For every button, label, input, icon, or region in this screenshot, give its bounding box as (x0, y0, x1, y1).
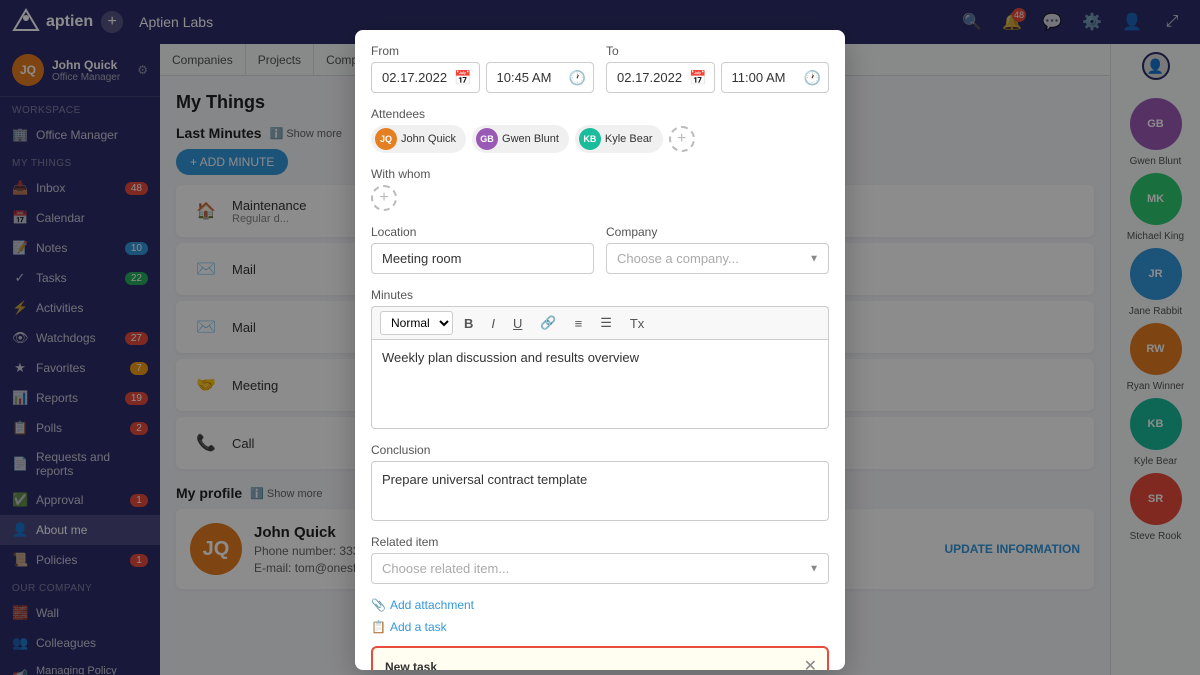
new-task-box: ✕ New task 📅 Responsible: + (371, 646, 829, 670)
clear-format-button[interactable]: Tx (623, 312, 651, 335)
minutes-group: Minutes Normal B I U 🔗 ≡ ☰ Tx Weekly pla… (371, 288, 829, 429)
modal-body: From 📅 🕐 To (355, 30, 845, 670)
unordered-list-button[interactable]: ☰ (593, 311, 619, 335)
attachment-icon: 📎 (371, 598, 386, 612)
minutes-label: Minutes (371, 288, 829, 302)
add-task-label: Add a task (390, 620, 447, 634)
related-label: Related item (371, 535, 829, 549)
company-group: Company Choose a company... (606, 225, 829, 274)
new-task-label: New task (385, 660, 815, 670)
attendee-avatar-john: JQ (375, 128, 397, 150)
modal-overlay: From 📅 🕐 To (0, 0, 1200, 675)
location-company-row: Location Company Choose a company... (371, 225, 829, 274)
from-date-calendar-icon[interactable]: 📅 (454, 69, 471, 86)
attendee-kyle: KB Kyle Bear (575, 125, 663, 153)
attendees-label: Attendees (371, 107, 829, 121)
conclusion-content: Prepare universal contract template (382, 472, 818, 487)
location-group: Location (371, 225, 594, 274)
underline-button[interactable]: U (506, 312, 529, 335)
editor-content: Weekly plan discussion and results overv… (382, 350, 818, 365)
task-icon: 📋 (371, 620, 386, 634)
location-input[interactable] (371, 243, 594, 274)
attendee-name-gwen: Gwen Blunt (502, 133, 559, 145)
from-label: From (371, 44, 594, 58)
minutes-editor[interactable]: Weekly plan discussion and results overv… (371, 339, 829, 429)
company-select[interactable]: Choose a company... (606, 243, 829, 274)
link-button[interactable]: 🔗 (533, 311, 563, 335)
related-group: Related item Choose related item... (371, 535, 829, 584)
minutes-modal: From 📅 🕐 To (355, 30, 845, 670)
attendee-name-john: John Quick (401, 133, 456, 145)
attendee-john: JQ John Quick (371, 125, 466, 153)
editor-toolbar: Normal B I U 🔗 ≡ ☰ Tx (371, 306, 829, 339)
ordered-list-button[interactable]: ≡ (568, 312, 590, 335)
to-label: To (606, 44, 829, 58)
to-time-clock-icon[interactable]: 🕐 (804, 69, 821, 86)
add-task-button[interactable]: 📋 Add a task (371, 616, 447, 638)
attendee-avatar-kyle: KB (579, 128, 601, 150)
add-attachment-label: Add attachment (390, 598, 474, 612)
conclusion-group: Conclusion Prepare universal contract te… (371, 443, 829, 521)
from-group: From 📅 🕐 (371, 44, 594, 93)
conclusion-editor[interactable]: Prepare universal contract template (371, 461, 829, 521)
add-with-whom-button[interactable]: + (371, 185, 397, 211)
to-date-calendar-icon[interactable]: 📅 (689, 69, 706, 86)
attendee-avatar-gwen: GB (476, 128, 498, 150)
attendees-row: Attendees JQ John Quick GB Gwen Blunt KB (371, 107, 829, 153)
related-select[interactable]: Choose related item... (371, 553, 829, 584)
bold-button[interactable]: B (457, 312, 480, 335)
attendees-group: Attendees JQ John Quick GB Gwen Blunt KB (371, 107, 829, 153)
from-time-clock-icon[interactable]: 🕐 (569, 69, 586, 86)
new-task-close-button[interactable]: ✕ (804, 656, 817, 670)
location-label: Location (371, 225, 594, 239)
with-whom-group: With whom + (371, 167, 829, 211)
with-whom-label: With whom (371, 167, 829, 181)
with-whom-row: With whom + (371, 167, 829, 211)
company-label: Company (606, 225, 829, 239)
attendee-gwen: GB Gwen Blunt (472, 125, 569, 153)
attendees-list: JQ John Quick GB Gwen Blunt KB Kyle Bear… (371, 125, 829, 153)
conclusion-label: Conclusion (371, 443, 829, 457)
datetime-row: From 📅 🕐 To (371, 44, 829, 93)
add-attendee-button[interactable]: + (669, 126, 695, 152)
italic-button[interactable]: I (484, 312, 502, 335)
attendee-name-kyle: Kyle Bear (605, 133, 653, 145)
format-select[interactable]: Normal (380, 311, 453, 335)
to-group: To 📅 🕐 (606, 44, 829, 93)
add-attachment-button[interactable]: 📎 Add attachment (371, 594, 474, 616)
